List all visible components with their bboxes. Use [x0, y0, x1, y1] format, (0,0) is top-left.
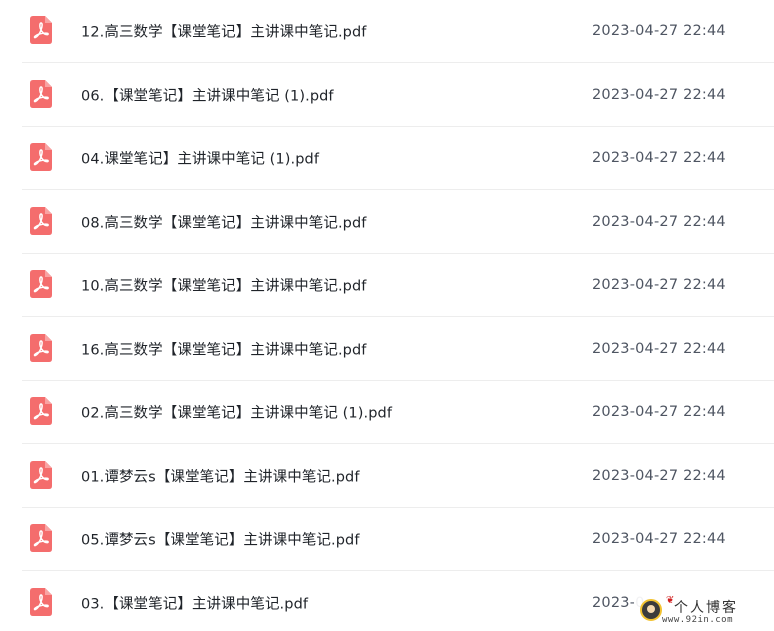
pdf-icon	[30, 333, 52, 362]
file-name[interactable]: 03.【课堂笔记】主讲课中笔记.pdf	[81, 592, 308, 613]
pdf-icon	[30, 79, 52, 108]
pdf-icon	[30, 143, 52, 171]
file-date: 2023-04-27 22:44	[592, 213, 726, 230]
file-date: 2023-04-27 22:44	[592, 340, 726, 357]
pdf-icon	[30, 270, 52, 298]
file-date: 2023-04-27 22:44	[592, 467, 726, 484]
file-name[interactable]: 06.【课堂笔记】主讲课中笔记 (1).pdf	[81, 84, 334, 105]
file-date: 2023-04-27 22:44	[592, 277, 726, 293]
file-date: 2023-04-27 22:44	[592, 23, 726, 39]
file-name[interactable]: 05.谭梦云s【课堂笔记】主讲课中笔记.pdf	[81, 529, 360, 550]
file-date: 2023-04-27 22:44	[592, 531, 726, 547]
file-row[interactable]: 16.高三数学【课堂笔记】主讲课中笔记.pdf 2023-04-27 22:44	[22, 318, 774, 381]
pdf-icon	[30, 397, 52, 425]
file-name[interactable]: 16.高三数学【课堂笔记】主讲课中笔记.pdf	[81, 338, 366, 359]
pdf-icon	[30, 524, 52, 552]
file-name[interactable]: 02.高三数学【课堂笔记】主讲课中笔记 (1).pdf	[81, 402, 392, 423]
file-name[interactable]: 08.高三数学【课堂笔记】主讲课中笔记.pdf	[81, 211, 366, 232]
avatar-icon	[640, 599, 662, 621]
file-row[interactable]: 10.高三数学【课堂笔记】主讲课中笔记.pdf 2023-04-27 22:44	[22, 254, 774, 317]
file-date: 2023-04-27 22:44	[592, 150, 726, 166]
file-name[interactable]: 01.谭梦云s【课堂笔记】主讲课中笔记.pdf	[81, 465, 360, 486]
file-row[interactable]: 04.课堂笔记】主讲课中笔记 (1).pdf 2023-04-27 22:44	[22, 127, 774, 190]
file-list: 12.高三数学【课堂笔记】主讲课中笔记.pdf 2023-04-27 22:44…	[0, 0, 774, 631]
file-row[interactable]: 01.谭梦云s【课堂笔记】主讲课中笔记.pdf 2023-04-27 22:44	[22, 445, 774, 508]
file-row[interactable]: 12.高三数学【课堂笔记】主讲课中笔记.pdf 2023-04-27 22:44	[22, 0, 774, 63]
file-row[interactable]: 08.高三数学【课堂笔记】主讲课中笔记.pdf 2023-04-27 22:44	[22, 191, 774, 254]
file-row[interactable]: 06.【课堂笔记】主讲课中笔记 (1).pdf 2023-04-27 22:44	[22, 64, 774, 127]
watermark: ❦ 个人博客 www.92in.com	[634, 595, 774, 631]
watermark-title: 个人博客	[674, 600, 738, 616]
pdf-icon	[30, 206, 52, 235]
file-name[interactable]: 04.课堂笔记】主讲课中笔记 (1).pdf	[81, 148, 319, 169]
pdf-icon	[30, 587, 52, 616]
file-date: 2023-04-27 22:44	[592, 404, 726, 420]
file-name[interactable]: 12.高三数学【课堂笔记】主讲课中笔记.pdf	[81, 21, 366, 42]
file-row[interactable]: 05.谭梦云s【课堂笔记】主讲课中笔记.pdf 2023-04-27 22:44	[22, 508, 774, 571]
file-name[interactable]: 10.高三数学【课堂笔记】主讲课中笔记.pdf	[81, 275, 366, 296]
pdf-icon	[30, 16, 52, 44]
file-date: 2023-04-27 22:44	[592, 86, 726, 103]
pdf-icon	[30, 460, 52, 489]
watermark-url: www.92in.com	[662, 615, 734, 625]
file-row[interactable]: 02.高三数学【课堂笔记】主讲课中笔记 (1).pdf 2023-04-27 2…	[22, 381, 774, 444]
